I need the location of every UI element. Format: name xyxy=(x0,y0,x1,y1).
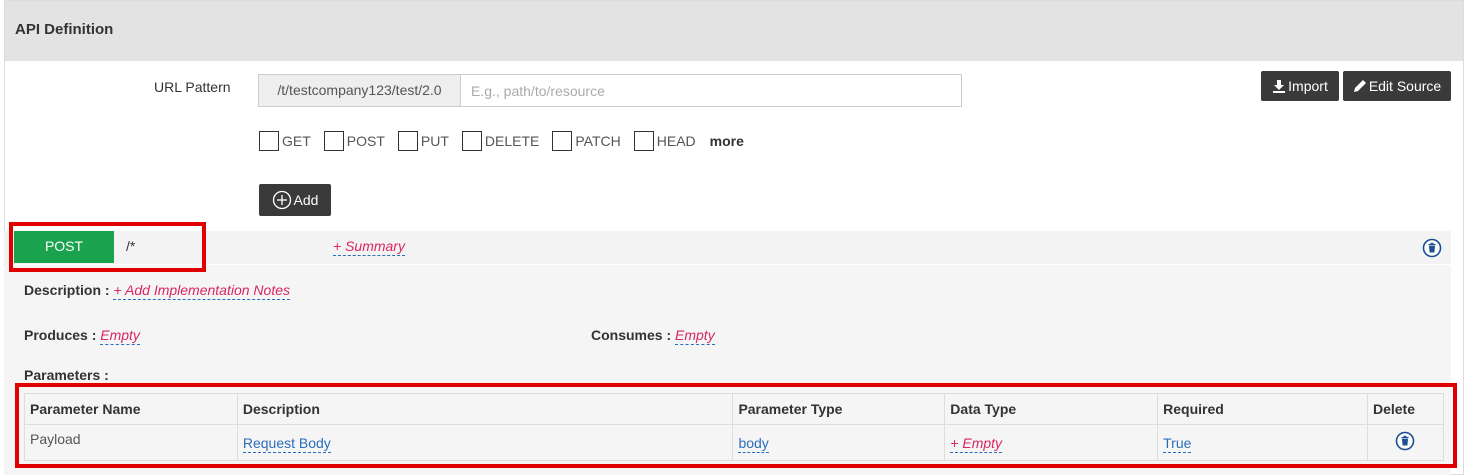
parameters-table: Parameter Name Description Parameter Typ… xyxy=(24,393,1445,461)
add-summary-link[interactable]: + Summary xyxy=(333,238,405,256)
method-delete-label: DELETE xyxy=(484,133,540,149)
method-put-checkbox[interactable] xyxy=(397,131,418,151)
method-patch-label: PATCH xyxy=(575,133,621,149)
param-description-cell: Request Body xyxy=(236,424,734,461)
edit-source-button[interactable]: Edit Source xyxy=(1343,71,1451,101)
pencil-icon xyxy=(1353,80,1366,92)
import-button-label: Import xyxy=(1288,78,1328,94)
method-post-label: POST xyxy=(346,133,385,149)
col-header-parameter-type: Parameter Type xyxy=(732,393,946,425)
required-cell: True xyxy=(1157,424,1368,461)
panel-title: API Definition xyxy=(15,21,114,38)
produces-label: Produces : xyxy=(24,327,97,343)
panel-header: API Definition xyxy=(5,1,1463,61)
method-patch[interactable]: PATCH xyxy=(552,131,621,151)
method-get-label: GET xyxy=(282,133,311,149)
url-pattern-input[interactable] xyxy=(461,75,961,106)
consumes-label: Consumes : xyxy=(591,327,672,343)
url-pattern-label: URL Pattern xyxy=(154,79,231,95)
method-put-label: PUT xyxy=(420,133,449,149)
plus-circle-icon xyxy=(272,190,291,210)
method-delete[interactable]: DELETE xyxy=(461,131,540,151)
method-badge[interactable]: POST xyxy=(14,231,114,263)
method-delete-checkbox[interactable] xyxy=(461,131,482,151)
consumes-row: Consumes : Empty xyxy=(591,327,715,345)
param-type-cell: body xyxy=(732,424,946,461)
data-type-cell: + Empty xyxy=(944,424,1159,461)
method-post[interactable]: POST xyxy=(323,131,385,151)
col-header-parameter-name: Parameter Name xyxy=(24,393,238,425)
required-link[interactable]: True xyxy=(1163,434,1192,453)
add-resource-button[interactable]: Add xyxy=(259,184,331,216)
delete-parameter-icon[interactable] xyxy=(1395,431,1415,451)
param-name-cell: Payload xyxy=(24,424,238,461)
col-header-data-type: Data Type xyxy=(944,393,1159,425)
produces-value-link[interactable]: Empty xyxy=(100,327,140,345)
download-icon xyxy=(1273,80,1286,93)
delete-resource-icon[interactable] xyxy=(1422,238,1442,258)
import-button[interactable]: Import xyxy=(1261,71,1339,101)
url-prefix: /t/testcompany123/test/2.0 xyxy=(259,75,461,106)
more-methods-link[interactable]: more xyxy=(710,133,744,149)
method-put[interactable]: PUT xyxy=(397,131,449,151)
table-row: Payload Request Body body + Empty True xyxy=(24,424,1445,461)
col-header-description: Description xyxy=(236,393,734,425)
method-head-label: HEAD xyxy=(656,133,696,149)
parameters-label: Parameters : xyxy=(24,367,109,383)
method-head-checkbox[interactable] xyxy=(633,131,654,151)
add-resource-button-label: Add xyxy=(293,192,319,208)
edit-source-button-label: Edit Source xyxy=(1368,78,1442,94)
method-get-checkbox[interactable] xyxy=(259,131,279,151)
http-method-selector: GET POST PUT DELETE PATCH HEAD more xyxy=(259,130,744,152)
col-header-delete: Delete xyxy=(1366,393,1445,425)
method-head[interactable]: HEAD xyxy=(633,131,696,151)
resource-row[interactable]: POST /* + Summary xyxy=(4,231,1451,264)
consumes-value-link[interactable]: Empty xyxy=(675,327,715,345)
resource-path: /* xyxy=(126,238,136,254)
method-patch-checkbox[interactable] xyxy=(552,131,573,151)
description-label: Description : xyxy=(24,282,110,298)
param-type-link[interactable]: body xyxy=(738,434,769,453)
data-type-link[interactable]: + Empty xyxy=(950,434,1003,453)
add-implementation-notes-link[interactable]: + Add Implementation Notes xyxy=(113,282,290,300)
table-header-row: Parameter Name Description Parameter Typ… xyxy=(24,393,1445,425)
method-get[interactable]: GET xyxy=(259,131,311,151)
method-post-checkbox[interactable] xyxy=(323,131,344,151)
description-row: Description : + Add Implementation Notes xyxy=(24,282,290,300)
delete-cell xyxy=(1366,424,1445,461)
url-pattern-group: /t/testcompany123/test/2.0 xyxy=(258,74,962,107)
col-header-required: Required xyxy=(1157,393,1368,425)
param-name: Payload xyxy=(30,431,81,447)
produces-row: Produces : Empty xyxy=(24,327,140,345)
param-description-link[interactable]: Request Body xyxy=(242,434,331,453)
